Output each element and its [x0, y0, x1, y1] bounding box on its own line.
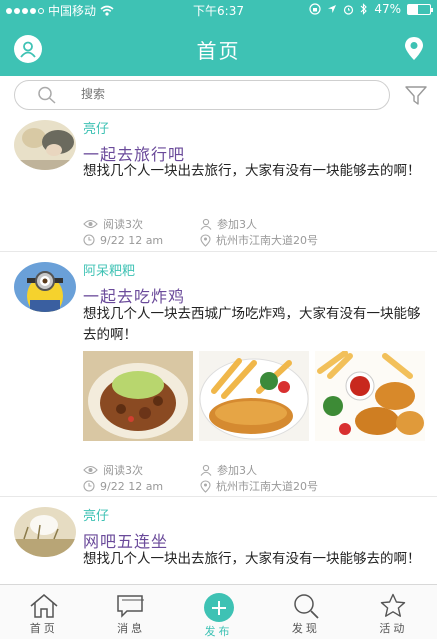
map-pin-icon — [200, 233, 211, 247]
clock-icon — [83, 480, 95, 492]
post-meta: 阅读3次 参加3人 9/22 12 am 杭州市江南大道20号 — [83, 216, 400, 248]
join-count-text: 参加3人 — [217, 464, 257, 477]
plus-icon — [211, 600, 226, 615]
filter-icon[interactable] — [405, 86, 427, 106]
post-author[interactable]: 亮仔 — [83, 118, 109, 137]
search-icon — [38, 86, 56, 104]
alarm-icon — [344, 4, 354, 15]
post-photo[interactable] — [315, 351, 425, 441]
author-avatar[interactable] — [14, 120, 76, 170]
avatar-image — [14, 120, 76, 170]
food-photo-image — [83, 351, 193, 441]
lock-rotation-icon — [309, 3, 321, 15]
message-icon — [117, 595, 145, 618]
post-date-text: 9/22 12 am — [100, 479, 164, 493]
avatar-image — [14, 507, 76, 557]
tab-messages[interactable]: 消息 — [87, 585, 174, 639]
app-screen: 中国移动 下午6:37 47% 首页 搜索 亮仔 一起去旅行吧 想找几个人一块出… — [0, 0, 437, 639]
search-icon — [294, 594, 319, 619]
view-count: 阅读3次 — [83, 216, 200, 232]
post-meta: 阅读3次 参加3人 9/22 12 am 杭州市江南大道20号 — [83, 462, 400, 494]
tab-discover[interactable]: 发现 — [262, 585, 349, 639]
tab-activity[interactable]: 活动 — [350, 585, 437, 639]
battery-level — [408, 4, 419, 14]
person-icon — [200, 464, 212, 476]
nav-bar: 首页 — [0, 20, 437, 76]
view-count-text: 阅读3次 — [103, 218, 143, 231]
post-location-text: 杭州市江南大道20号 — [216, 234, 318, 247]
bluetooth-icon — [360, 3, 368, 15]
post-body: 想找几个人一块出去旅行，大家有没有一块能够去的啊！ — [83, 551, 421, 567]
fried-chicken-photo-image — [199, 351, 309, 441]
join-count-text: 参加3人 — [217, 218, 257, 231]
post-author[interactable]: 阿呆粑粑 — [83, 260, 135, 279]
location-pin-icon[interactable] — [403, 36, 425, 62]
map-pin-icon — [200, 479, 211, 493]
search-box[interactable] — [14, 80, 390, 110]
view-count: 阅读3次 — [83, 462, 200, 478]
post-photo[interactable] — [83, 351, 193, 441]
battery-icon — [407, 3, 433, 15]
tab-label: 消息 — [117, 622, 146, 635]
post-body: 想找几个人一块去西城广场吃炸鸡，大家有没有一块能够去的啊！ — [83, 306, 421, 343]
tab-home[interactable]: 首页 — [0, 585, 87, 639]
tab-publish[interactable]: 发布 — [175, 585, 262, 639]
tab-label: 首页 — [29, 622, 58, 635]
tab-label: 发布 — [204, 625, 233, 638]
page-title: 首页 — [196, 39, 241, 63]
post-location: 杭州市江南大道20号 — [200, 232, 400, 248]
tab-label: 发现 — [291, 622, 320, 635]
eye-icon — [83, 219, 98, 229]
clock-icon — [83, 234, 95, 246]
chicken-nuggets-photo-image — [315, 351, 425, 441]
search-bar — [0, 76, 437, 116]
post-body: 想找几个人一块出去旅行，大家有没有一块能够去的啊！ — [83, 163, 421, 179]
post-location: 杭州市江南大道20号 — [200, 478, 400, 494]
minion-avatar-image — [14, 262, 76, 312]
post-date: 9/22 12 am — [83, 234, 200, 247]
search-input[interactable] — [81, 87, 361, 101]
star-icon — [381, 593, 406, 617]
status-bar: 中国移动 下午6:37 47% — [0, 0, 437, 20]
post-date: 9/22 12 am — [83, 480, 200, 493]
post-feed: 亮仔 一起去旅行吧 想找几个人一块出去旅行，大家有没有一块能够去的啊！ 阅读3次… — [0, 116, 437, 584]
view-count-text: 阅读3次 — [103, 464, 143, 477]
post-card[interactable]: 亮仔 网吧五连坐 想找几个人一块出去旅行，大家有没有一块能够去的啊！ — [0, 497, 437, 584]
location-arrow-icon — [328, 5, 337, 13]
tab-label: 活动 — [379, 622, 408, 635]
person-icon — [200, 218, 212, 230]
join-count: 参加3人 — [200, 216, 400, 232]
join-count: 参加3人 — [200, 462, 400, 478]
post-photo[interactable] — [199, 351, 309, 441]
post-date-text: 9/22 12 am — [100, 233, 164, 247]
post-card[interactable]: 亮仔 一起去旅行吧 想找几个人一块出去旅行，大家有没有一块能够去的啊！ 阅读3次… — [0, 116, 437, 252]
header: 中国移动 下午6:37 47% 首页 — [0, 0, 437, 76]
tab-bar: 首页 消息 发布 发现 活动 — [0, 584, 437, 639]
eye-icon — [83, 465, 98, 475]
home-icon — [30, 594, 58, 618]
author-avatar[interactable] — [14, 507, 76, 557]
status-right: 47% — [309, 2, 433, 16]
publish-button[interactable] — [203, 593, 234, 622]
battery-percent: 47% — [374, 2, 401, 16]
photo-gallery — [83, 351, 425, 441]
author-avatar[interactable] — [14, 262, 76, 312]
post-author[interactable]: 亮仔 — [83, 505, 109, 524]
post-location-text: 杭州市江南大道20号 — [216, 480, 318, 493]
post-card[interactable]: 阿呆粑粑 一起去吃炸鸡 想找几个人一块去西城广场吃炸鸡，大家有没有一块能够去的啊… — [0, 252, 437, 497]
